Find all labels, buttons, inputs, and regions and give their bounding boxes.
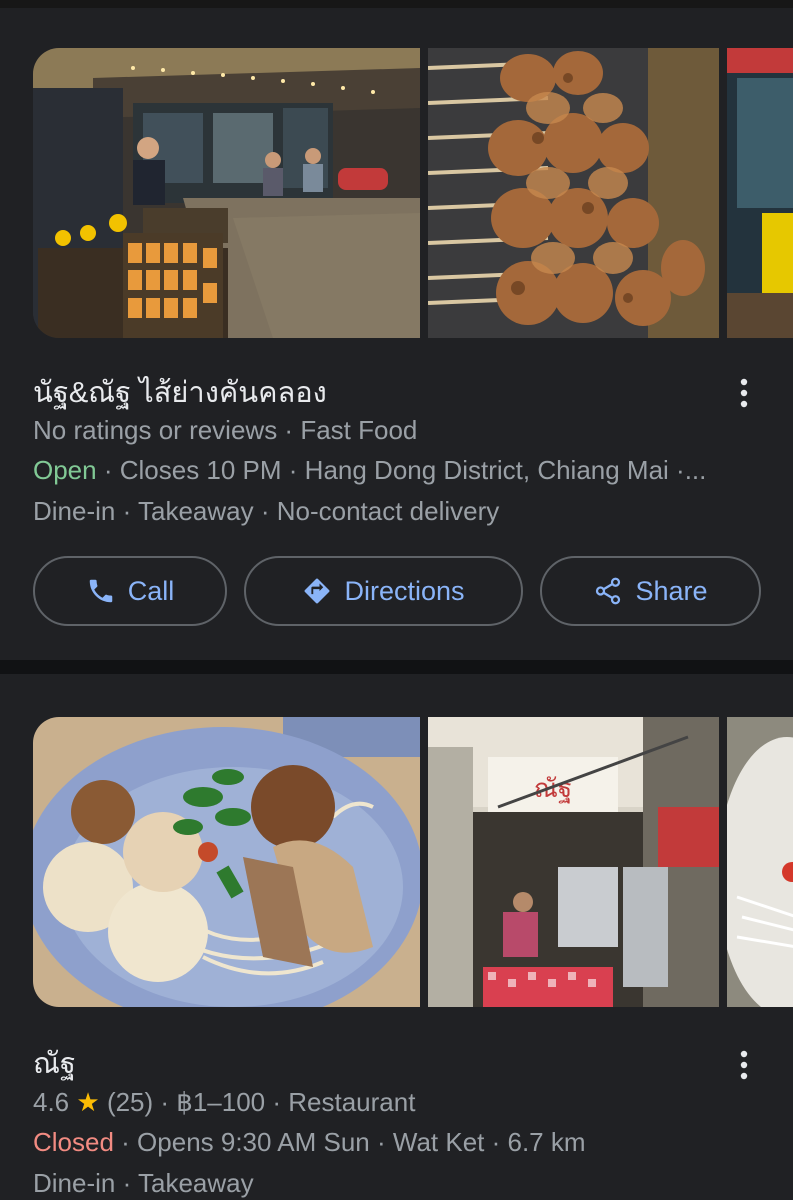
separator: · xyxy=(484,1127,508,1157)
distance: 6.7 km xyxy=(507,1127,586,1157)
share-icon xyxy=(596,577,621,605)
separator: · xyxy=(369,1127,393,1157)
services-line: Dine-in · Takeaway · No-contact delivery xyxy=(33,496,500,526)
open-status: Open xyxy=(33,455,97,485)
directions-button[interactable]: Directions xyxy=(244,556,523,626)
review-count: (25) xyxy=(106,1087,154,1117)
share-label: Share xyxy=(635,575,708,606)
top-edge xyxy=(0,0,793,8)
place-name[interactable]: ณัฐ xyxy=(33,1040,76,1086)
call-button[interactable]: Call xyxy=(33,556,227,626)
photo-carousel[interactable]: ณัฐ xyxy=(33,717,793,1007)
place-name[interactable]: นัฐ&ณัฐ ไส้ย่างคันคลอง xyxy=(33,369,327,415)
status-line: Open · Closes 10 PM · Hang Dong District… xyxy=(33,455,706,486)
rating-category-line: No ratings or reviews · Fast Food xyxy=(33,415,417,446)
phone-icon xyxy=(89,579,112,603)
street-food-stall-photo[interactable] xyxy=(33,48,420,338)
category: Fast Food xyxy=(300,415,418,445)
category: Restaurant xyxy=(288,1087,416,1117)
separator: · xyxy=(113,1127,138,1157)
separator: · xyxy=(281,455,305,485)
rating-line: 4.6 ★ (25) · ฿1–100 · Restaurant xyxy=(33,1087,415,1118)
separator: · xyxy=(277,415,301,445)
hours: Closes 10 PM xyxy=(119,455,282,485)
services-line: Dine-in · Takeaway xyxy=(33,1168,254,1198)
card-separator xyxy=(0,660,793,674)
share-button[interactable]: Share xyxy=(540,556,761,626)
star-icon: ★ xyxy=(76,1087,100,1117)
area: Wat Ket xyxy=(392,1127,485,1157)
place-card-1[interactable]: นัฐ&ณัฐ ไส้ย่างคันคลอง No ratings or rev… xyxy=(0,8,793,660)
call-label: Call xyxy=(127,575,175,606)
place-card-2[interactable]: ณัฐ ณัฐ 4.6 ★ (25) · ฿1–100 · Restaurant… xyxy=(0,674,793,1200)
more-options-icon[interactable] xyxy=(728,373,760,413)
directions-label: Directions xyxy=(344,575,465,606)
photo-carousel[interactable] xyxy=(33,48,793,338)
noodle-soup-meatballs-photo[interactable] xyxy=(33,717,420,1007)
price-level: ฿1–100 xyxy=(176,1087,266,1117)
rating-value: 4.6 xyxy=(33,1087,70,1117)
more-options-icon[interactable] xyxy=(728,1045,760,1085)
separator: · xyxy=(153,1087,177,1117)
closed-status: Closed xyxy=(33,1127,114,1157)
svg-text:ณัฐ: ณัฐ xyxy=(534,774,572,804)
location: Hang Dong District, Chiang Mai ·... xyxy=(304,455,707,485)
separator: · xyxy=(265,1087,289,1117)
shop-kitchen-photo[interactable]: ณัฐ xyxy=(428,717,719,1007)
grilled-pork-skewers-photo[interactable] xyxy=(428,48,719,338)
shop-front-photo[interactable] xyxy=(727,48,793,338)
rating-text: No ratings or reviews xyxy=(33,415,278,445)
dish-photo[interactable] xyxy=(727,717,793,1007)
directions-icon xyxy=(304,578,330,604)
separator: · xyxy=(96,455,120,485)
status-line: Closed · Opens 9:30 AM Sun · Wat Ket · 6… xyxy=(33,1127,586,1158)
hours: Opens 9:30 AM Sun xyxy=(137,1127,370,1157)
